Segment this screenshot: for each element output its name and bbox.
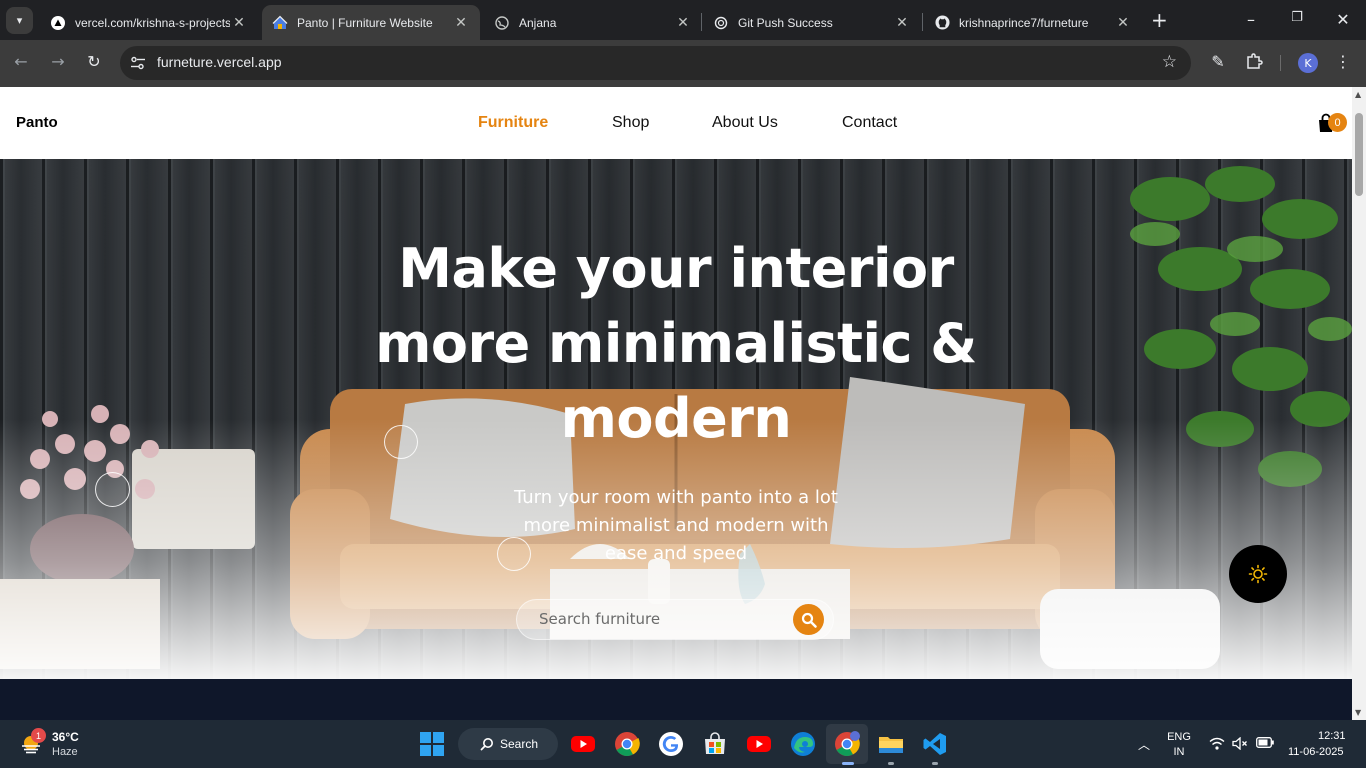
volume-muted-icon[interactable] [1232,736,1248,753]
openai-icon [713,15,729,31]
theme-toggle-button[interactable] [1229,545,1287,603]
edge-icon[interactable] [790,731,816,757]
tab-separator [701,13,702,31]
clock-time[interactable]: 12:31 [1318,730,1346,742]
language-code: ENG [1167,731,1191,743]
more-options-icon[interactable]: ⋮ [1332,52,1354,71]
tab-separator [922,13,923,31]
taskbar-search-label: Search [500,737,539,751]
scroll-down-arrow-icon[interactable]: ▼ [1355,708,1361,717]
google-icon[interactable] [658,731,684,757]
chevron-down-icon: ▾ [16,14,23,27]
new-tab-button[interactable]: + [1151,10,1168,30]
browser-tab-git-push[interactable]: Git Push Success ✕ [703,5,921,40]
tab-title: krishnaprince7/furneture [959,15,1089,30]
vercel-icon [50,15,66,31]
address-bar[interactable]: furneture.vercel.app ☆ [120,46,1191,80]
forward-button[interactable]: → [47,52,69,71]
pen-extension-icon[interactable]: ✎ [1207,52,1229,71]
browser-tab-panto[interactable]: Panto | Furniture Website ✕ [262,5,480,40]
github-icon [934,15,950,31]
restore-window-icon[interactable]: ❐ [1285,10,1309,25]
wifi-icon[interactable] [1209,737,1225,753]
close-tab-icon[interactable]: ✕ [1114,14,1132,31]
floating-bubble [384,425,418,459]
nav-link-furniture[interactable]: Furniture [478,114,548,132]
sun-icon [1248,564,1268,584]
language-region: IN [1173,746,1185,758]
file-explorer-icon[interactable] [878,731,904,757]
close-window-icon[interactable]: ✕ [1331,10,1355,29]
windows-taskbar: 1 36°C Haze Search ︿ ENG IN 12:31 11-06-… [0,720,1366,768]
youtube-icon[interactable] [746,731,772,757]
scrollbar-thumb[interactable] [1355,113,1363,196]
tab-search-button[interactable]: ▾ [6,7,33,34]
toolbar-separator [1280,55,1281,71]
search-input[interactable] [539,610,769,628]
browser-tab-vercel[interactable]: vercel.com/krishna-s-projects ✕ [40,5,258,40]
search-bar [516,599,834,640]
vscode-icon[interactable] [922,731,948,757]
minimize-window-icon[interactable]: – [1239,10,1263,29]
browser-tab-github[interactable]: krishnaprince7/furneture ✕ [924,5,1142,40]
house-icon [272,15,288,31]
search-icon [801,612,817,628]
weather-description[interactable]: Haze [52,746,78,758]
youtube-icon[interactable] [570,731,596,757]
profile-avatar[interactable]: K [1298,53,1318,73]
weather-temperature[interactable]: 36°C [52,730,79,744]
battery-icon[interactable] [1256,737,1274,751]
nav-link-shop[interactable]: Shop [612,114,649,132]
show-hidden-icons-chevron-icon[interactable]: ︿ [1138,736,1150,753]
close-tab-icon[interactable]: ✕ [230,14,248,31]
close-tab-icon[interactable]: ✕ [674,14,692,31]
tab-title: Anjana [519,15,557,30]
hero-title: Make your interior more minimalistic & m… [375,237,977,450]
extensions-puzzle-icon[interactable] [1243,52,1265,74]
input-language-indicator[interactable]: ENG IN [1166,730,1192,760]
tab-title: Git Push Success [738,15,833,30]
clock-date[interactable]: 11-06-2025 [1288,746,1343,758]
bookmark-star-icon[interactable]: ☆ [1162,52,1177,72]
hero-section: Make your interior more minimalistic & m… [0,159,1352,679]
floating-bubble [95,472,130,507]
url-text: furneture.vercel.app [157,54,282,70]
tab-title: Panto | Furniture Website [297,15,433,30]
browser-toolbar: ← → ↻ furneture.vercel.app ☆ ✎ ⋮ [0,40,1366,87]
close-tab-icon[interactable]: ✕ [452,14,470,31]
page-scrollbar[interactable]: ▲ ▼ [1352,87,1366,720]
tab-title: vercel.com/krishna-s-projects [75,15,230,30]
site-settings-icon[interactable] [128,53,148,73]
scroll-up-arrow-icon[interactable]: ▲ [1355,90,1361,99]
chrome-icon[interactable] [614,731,640,757]
back-button[interactable]: ← [10,52,32,71]
taskbar-search-button[interactable]: Search [458,728,558,760]
nav-link-about-us[interactable]: About Us [712,114,778,132]
page-viewport: Panto Furniture Shop About Us Contact 0 [0,87,1352,720]
site-logo[interactable]: Panto [16,114,58,131]
close-tab-icon[interactable]: ✕ [893,14,911,31]
globe-icon [494,15,510,31]
windows-start-icon[interactable] [420,732,444,756]
search-button[interactable] [793,604,824,635]
browser-tab-anjana[interactable]: Anjana ✕ [484,5,702,40]
running-app-indicator [932,762,938,765]
chrome-profile-icon[interactable] [834,731,860,757]
hero-subtitle: Turn your room with panto into a lot mor… [514,487,838,564]
browser-tab-strip: ▾ vercel.com/krishna-s-projects ✕ Panto … [0,0,1366,40]
running-app-indicator [888,762,894,765]
search-icon [480,738,493,751]
site-header: Panto Furniture Shop About Us Contact 0 [0,87,1352,159]
store-icon[interactable] [702,731,728,757]
floating-bubble [497,537,531,571]
weather-notification-badge: 1 [31,728,46,743]
running-app-indicator [842,762,854,765]
nav-link-contact[interactable]: Contact [842,114,897,132]
cart-count-badge: 0 [1328,113,1347,132]
reload-button[interactable]: ↻ [83,52,105,71]
